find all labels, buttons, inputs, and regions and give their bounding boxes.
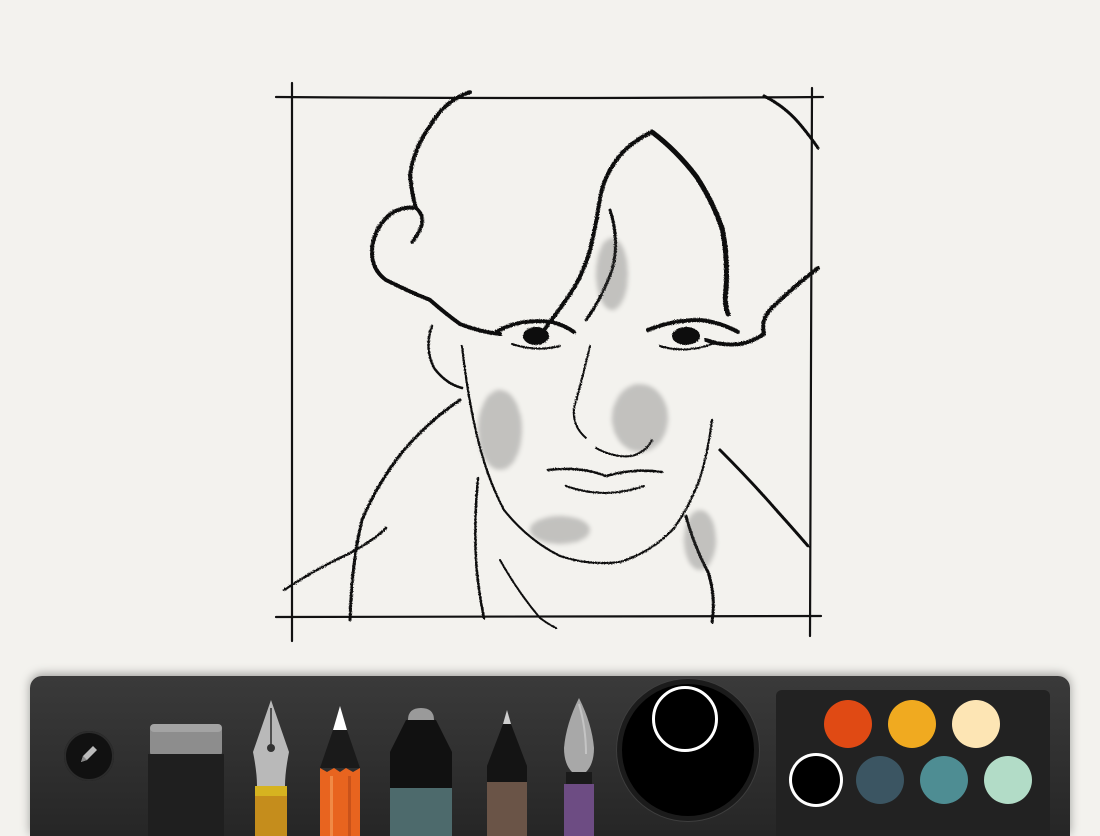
pencil-icon: [76, 741, 102, 772]
sketch-frame: [274, 81, 825, 643]
eraser-tool[interactable]: [146, 724, 226, 836]
color-swatch[interactable]: [824, 700, 872, 748]
pencil-tool-icon: [320, 706, 360, 836]
brush-size-selector[interactable]: [622, 684, 754, 816]
marker-icon: [390, 708, 452, 836]
color-swatch-selected[interactable]: [792, 756, 840, 804]
brush-icon: [564, 698, 594, 836]
color-swatch[interactable]: [920, 756, 968, 804]
tools-menu-button[interactable]: [64, 731, 114, 781]
color-swatch[interactable]: [888, 700, 936, 748]
tool-tray: [30, 676, 1070, 836]
fountain-pen-tool[interactable]: [249, 700, 293, 836]
color-palette: [776, 690, 1050, 836]
brush-tool[interactable]: [556, 698, 602, 836]
pencil-tool[interactable]: [318, 706, 362, 836]
color-swatch[interactable]: [984, 756, 1032, 804]
fine-pen-icon: [487, 710, 527, 836]
fine-pen-tool[interactable]: [483, 710, 531, 836]
color-swatch[interactable]: [952, 700, 1000, 748]
marker-tool[interactable]: [386, 708, 456, 836]
fountain-pen-icon: [253, 700, 289, 836]
portrait-sketch: [282, 90, 820, 629]
current-color-indicator: [652, 686, 718, 752]
eraser-icon: [148, 724, 224, 836]
color-swatch[interactable]: [856, 756, 904, 804]
